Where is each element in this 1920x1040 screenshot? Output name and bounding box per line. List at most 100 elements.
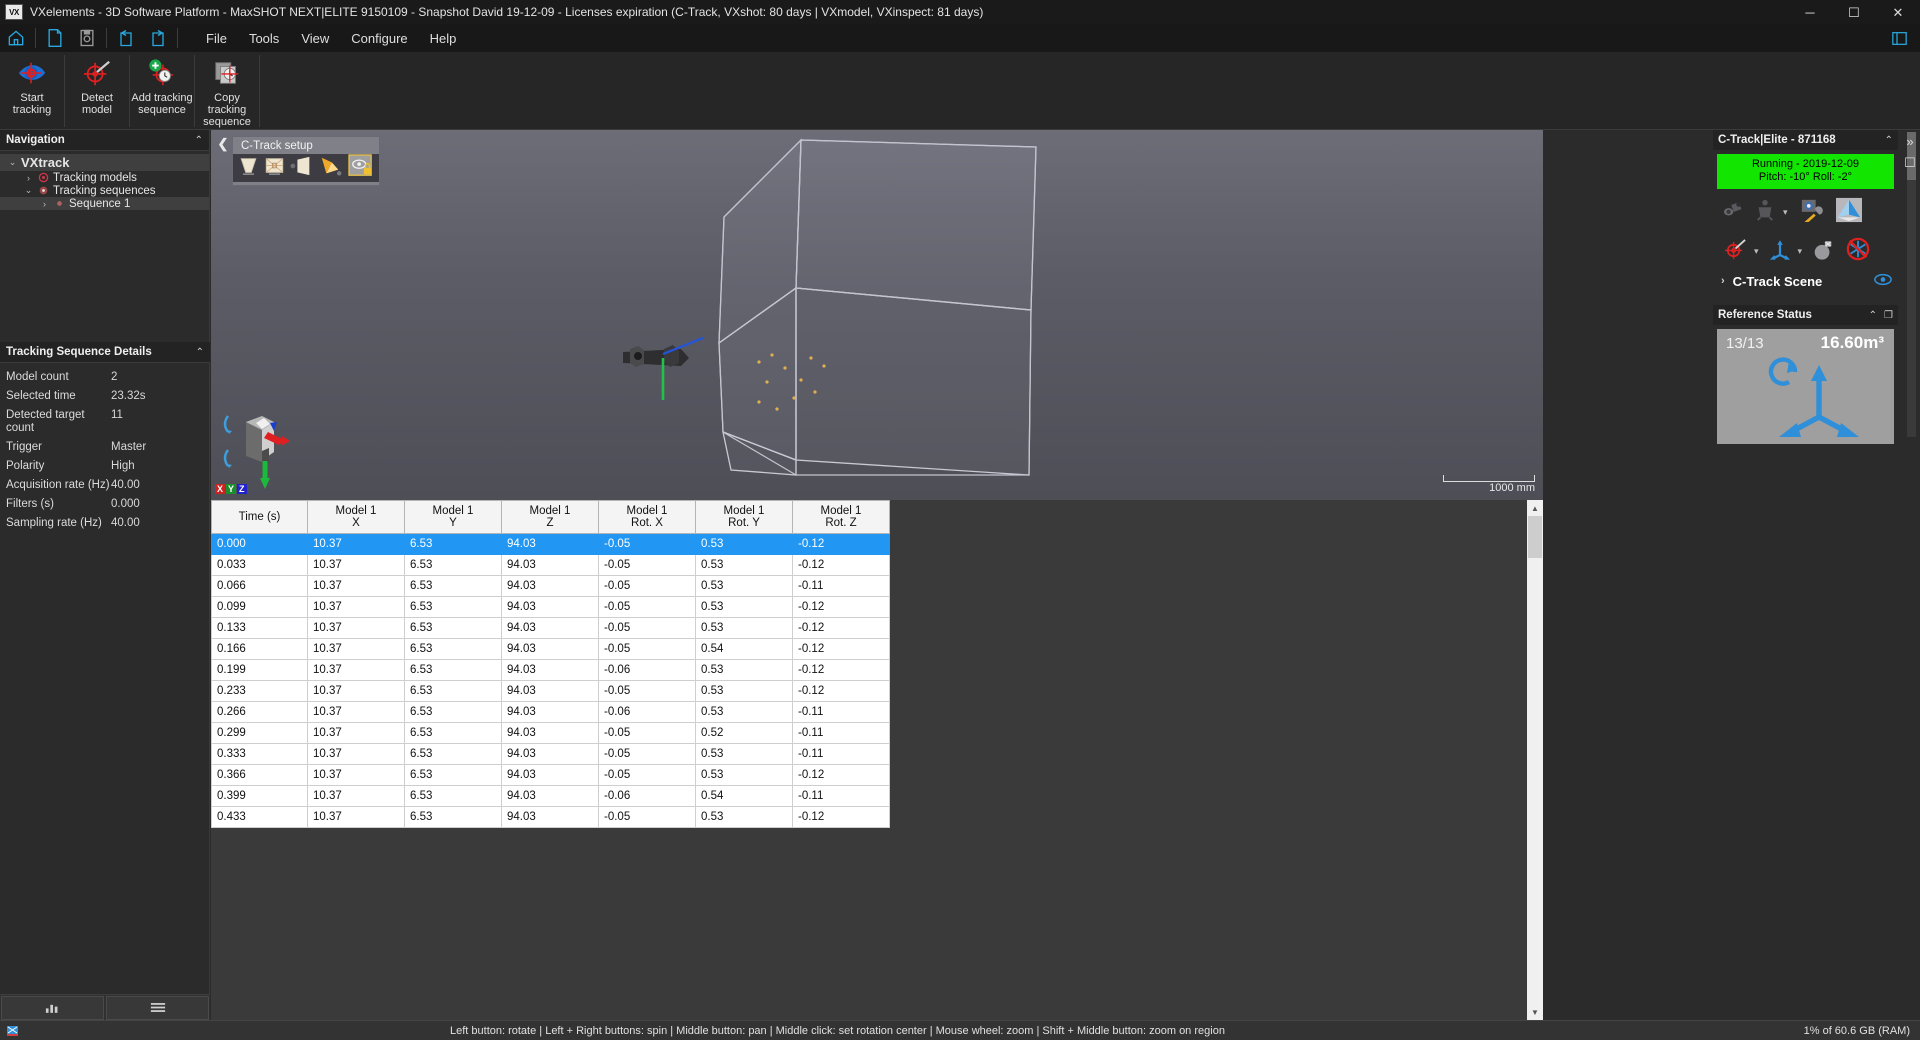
targets-icon[interactable]	[1753, 199, 1777, 226]
column-header-model1-rot-z[interactable]: Model 1 Rot. Z	[792, 500, 890, 534]
save-icon[interactable]	[71, 25, 103, 51]
menu-item-tools[interactable]: Tools	[238, 27, 290, 50]
start-tracking-button[interactable]: Start tracking	[0, 52, 64, 128]
menu-item-help[interactable]: Help	[419, 27, 468, 50]
calibration-target-icon[interactable]	[263, 155, 286, 182]
column-header-model1-y[interactable]: Model 1 Y	[404, 500, 502, 534]
chart-view-tab[interactable]	[1, 995, 104, 1020]
detect-model-icon	[81, 57, 113, 89]
expand-window-icon[interactable]	[1891, 31, 1908, 46]
tree-item-tracking-sequences[interactable]: ⌄ Tracking sequences	[0, 184, 209, 197]
table-row[interactable]: 0.133 10.37 6.53 94.03 -0.05 0.53 -0.12	[211, 617, 890, 639]
chevron-down-icon[interactable]: ⌄	[22, 185, 35, 196]
cell-rot-x: -0.05	[598, 764, 696, 786]
table-row[interactable]: 0.366 10.37 6.53 94.03 -0.05 0.53 -0.12	[211, 764, 890, 786]
volume-frustum-icon[interactable]	[237, 155, 260, 182]
tree-item-tracking-models[interactable]: › Tracking models	[0, 171, 209, 184]
menu-bar: File Tools View Configure Help	[0, 24, 1920, 52]
expand-panel-icon[interactable]: »	[1900, 130, 1920, 152]
chevron-right-icon[interactable]: ›	[22, 173, 35, 183]
right-panel-side-buttons: » ☐	[1900, 130, 1920, 174]
target-calib-icon[interactable]	[1723, 238, 1748, 266]
tree-item-sequence-1[interactable]: › Sequence 1	[0, 197, 209, 210]
ctrack-device-collapse[interactable]: ⌃	[1885, 135, 1893, 146]
table-row[interactable]: 0.000 10.37 6.53 94.03 -0.05 0.53 -0.12	[211, 533, 890, 555]
navigation-collapse-button[interactable]: ⌃	[195, 135, 203, 146]
column-header-time[interactable]: Time (s)	[211, 500, 308, 534]
chevron-down-icon[interactable]: ⌄	[6, 157, 19, 168]
tree-item-vxtrack[interactable]: ⌄ VXtrack	[0, 154, 209, 171]
navigation-tree: ⌄ VXtrack › Tracking models ⌄ Tracking s…	[0, 151, 209, 210]
chevron-right-icon[interactable]: ›	[38, 199, 51, 209]
ctrack-scene-row[interactable]: › C-Track Scene	[1713, 266, 1898, 297]
detail-value: 0.000	[111, 498, 140, 510]
minimize-button[interactable]: ─	[1788, 0, 1832, 24]
column-header-model1-rot-x[interactable]: Model 1 Rot. X	[598, 500, 696, 534]
camera-cone-icon[interactable]	[289, 155, 315, 182]
table-row[interactable]: 0.099 10.37 6.53 94.03 -0.05 0.53 -0.12	[211, 596, 890, 618]
redo-icon[interactable]	[142, 25, 174, 51]
axis-icon[interactable]	[1768, 238, 1792, 266]
menu-item-configure[interactable]: Configure	[340, 27, 418, 50]
projector-icon[interactable]	[318, 155, 342, 182]
volume-icon[interactable]	[1835, 197, 1863, 228]
scrollbar-thumb[interactable]	[1528, 516, 1542, 558]
close-button[interactable]: ✕	[1876, 0, 1920, 24]
orientation-gizmo[interactable]	[216, 398, 316, 498]
menu-item-file[interactable]: File	[195, 27, 238, 50]
viewport-collapse-button[interactable]: ❮	[215, 135, 231, 153]
table-scrollbar[interactable]: ▲ ▼	[1527, 500, 1543, 1020]
visibility-eye-icon[interactable]	[1874, 273, 1892, 289]
table-row[interactable]: 0.166 10.37 6.53 94.03 -0.05 0.54 -0.12	[211, 638, 890, 660]
dropdown-caret-icon[interactable]: ▾	[1754, 246, 1759, 257]
right-panel-scrollbar[interactable]	[1907, 132, 1916, 437]
table-row[interactable]: 0.433 10.37 6.53 94.03 -0.05 0.53 -0.12	[211, 806, 890, 828]
table-row[interactable]: 0.033 10.37 6.53 94.03 -0.05 0.53 -0.12	[211, 554, 890, 576]
column-header-model1-z[interactable]: Model 1 Z	[501, 500, 599, 534]
table-row[interactable]: 0.266 10.37 6.53 94.03 -0.06 0.53 -0.11	[211, 701, 890, 723]
cell-rot-y: 0.54	[695, 638, 793, 660]
camera-settings-icon[interactable]	[1799, 198, 1825, 227]
list-view-tab[interactable]	[106, 995, 209, 1020]
details-collapse-button[interactable]: ⌃	[196, 347, 204, 358]
scroll-down-arrow[interactable]: ▼	[1527, 1004, 1543, 1020]
cell-rot-x: -0.05	[598, 575, 696, 597]
copy-tracking-sequence-button[interactable]: Copy tracking sequence	[195, 52, 259, 128]
menu-item-view[interactable]: View	[290, 27, 340, 50]
restore-panel-icon[interactable]: ☐	[1900, 152, 1920, 174]
visibility-lock-icon[interactable]	[348, 153, 374, 183]
dropdown-caret-icon[interactable]: ▾	[1798, 246, 1803, 257]
table-row[interactable]: 0.199 10.37 6.53 94.03 -0.06 0.53 -0.12	[211, 659, 890, 681]
device-icon-row-2: ▾ ▾	[1713, 228, 1898, 266]
column-header-model1-x[interactable]: Model 1 X	[307, 500, 405, 534]
table-row[interactable]: 0.399 10.37 6.53 94.03 -0.06 0.54 -0.11	[211, 785, 890, 807]
header-line1: Time (s)	[238, 511, 281, 523]
cell-rot-y: 0.53	[695, 743, 793, 765]
chevron-right-icon[interactable]: ›	[1721, 275, 1725, 287]
camera-pair-icon[interactable]	[1723, 199, 1747, 226]
header-line1: Model 1	[432, 505, 474, 517]
home-icon[interactable]	[0, 25, 32, 51]
no-targets-icon[interactable]	[1845, 237, 1871, 266]
bomb-remove-icon[interactable]	[1811, 238, 1835, 266]
add-tracking-sequence-button[interactable]: Add tracking sequence	[130, 52, 194, 128]
scroll-up-arrow[interactable]: ▲	[1527, 500, 1543, 516]
cell-x: 10.37	[307, 533, 405, 555]
new-file-icon[interactable]	[39, 25, 71, 51]
column-header-model1-rot-y[interactable]: Model 1 Rot. Y	[695, 500, 793, 534]
detect-model-button[interactable]: Detect model	[65, 52, 129, 128]
undo-icon[interactable]	[110, 25, 142, 51]
table-row[interactable]: 0.066 10.37 6.53 94.03 -0.05 0.53 -0.11	[211, 575, 890, 597]
scale-bar-line	[1443, 475, 1535, 482]
viewport-3d[interactable]: ❮ C-Track setup X Y Z 1000 mm	[211, 130, 1543, 500]
maximize-button[interactable]: ☐	[1832, 0, 1876, 24]
table-row[interactable]: 0.299 10.37 6.53 94.03 -0.05 0.52 -0.11	[211, 722, 890, 744]
cell-time: 0.166	[211, 638, 308, 660]
table-row[interactable]: 0.333 10.37 6.53 94.03 -0.05 0.53 -0.11	[211, 743, 890, 765]
reference-status-collapse[interactable]: ⌃	[1869, 310, 1877, 321]
dropdown-caret-icon[interactable]: ▾	[1783, 207, 1788, 218]
reference-status-undock[interactable]: ❐	[1884, 310, 1893, 321]
table-row[interactable]: 0.233 10.37 6.53 94.03 -0.05 0.53 -0.12	[211, 680, 890, 702]
sidebar-view-tabs	[0, 994, 210, 1020]
cell-rot-y: 0.53	[695, 596, 793, 618]
